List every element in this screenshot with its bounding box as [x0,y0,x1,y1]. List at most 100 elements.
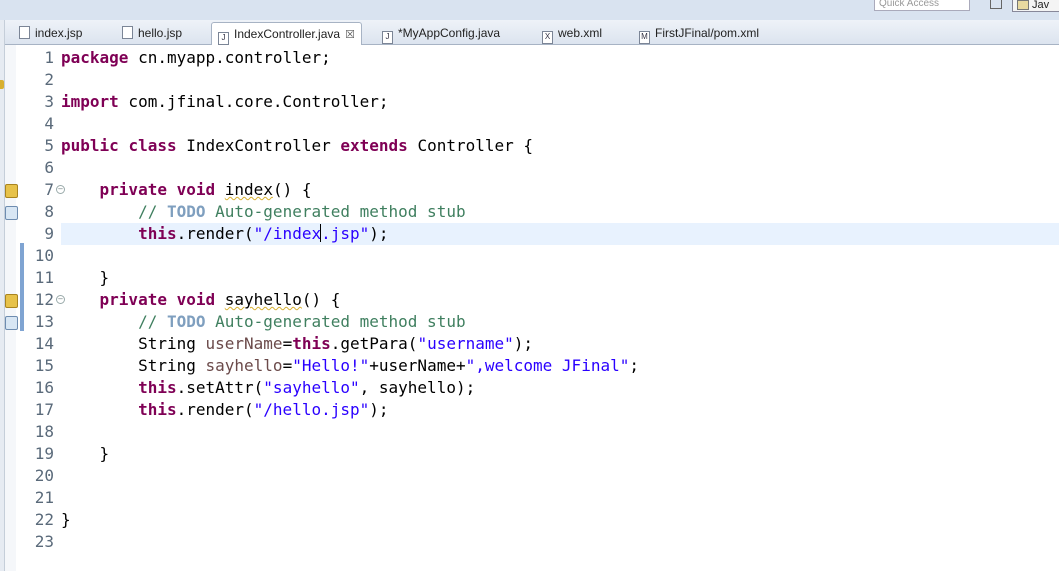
code-text: .render( [176,224,254,243]
top-toolbar-strip: Quick Access Jav [0,0,1059,21]
close-tab-icon[interactable]: ☒ [345,29,355,41]
keyword: package [61,48,129,67]
local-variable: sayhello [205,356,283,375]
task-marker-icon[interactable] [5,316,18,330]
comment: // [61,312,167,331]
line-number-gutter: 1 2 3 4 5 6 7 8 9 10 11 12 13 14 15 16 1… [16,45,65,571]
keyword: void [176,180,216,199]
code-text: = [282,334,293,353]
code-text: () { [301,290,341,309]
line-number: 11 [34,268,54,287]
tab-pom-xml[interactable]: M FirstJFinal/pom.xml [639,22,759,44]
line-number: 13 [34,312,54,331]
tab-label: hello.jsp [138,26,183,40]
code-text: cn.myapp.controller; [128,48,331,67]
xml-file-icon: X [542,31,553,44]
code-text: String [61,334,206,353]
line-number: 3 [44,92,54,111]
string-literal: "sayhello" [263,378,360,397]
code-line-12: private void sayhello() { [61,289,1059,311]
code-text-area[interactable]: package cn.myapp.controller; import com.… [61,45,1059,571]
code-text: .render( [176,400,254,419]
quick-access-input[interactable]: Quick Access [874,0,970,11]
line-number: 5 [44,136,54,155]
line-number: 1 [44,48,54,67]
keyword: this [138,400,177,419]
code-line-14: String userName=this.getPara("username")… [61,333,1059,355]
tab-label: *MyAppConfig.java [398,26,501,40]
code-line-17: this.render("/hello.jsp"); [61,399,1059,421]
code-text: ); [513,334,534,353]
keyword: private [99,290,167,309]
string-literal: "/hello.jsp" [253,400,370,419]
line-number: 7 [44,180,54,199]
code-editor[interactable]: 1 2 3 4 5 6 7 8 9 10 11 12 13 14 15 16 1… [5,45,1059,571]
todo-tag: TODO [166,312,206,331]
keyword: this [292,334,331,353]
string-literal: "/index [253,224,322,243]
code-text: ); [369,400,389,419]
code-text: , sayhello); [359,378,476,397]
comment: Auto-generated method stub [205,312,466,331]
line-number: 18 [34,422,54,441]
keyword: this [138,378,177,397]
override-warning-icon[interactable] [5,184,18,198]
code-line-22: } [61,509,1059,531]
java-perspective-label: Jav [1032,0,1050,11]
maven-pom-icon: M [639,31,650,44]
tab-label: IndexController.java [234,27,341,41]
keyword: public [61,136,119,155]
code-text: } [61,268,110,287]
open-perspective-icon[interactable] [984,0,1006,10]
task-marker-icon[interactable] [5,206,18,220]
todo-tag: TODO [166,202,206,221]
tab-myappconfig-java[interactable]: J *MyAppConfig.java [382,22,500,44]
keyword: class [128,136,177,155]
tab-index-jsp[interactable]: index.jsp [19,22,82,44]
keyword: import [61,92,119,111]
line-number: 4 [44,114,54,133]
editor-tab-bar: index.jsp hello.jsp J IndexController.jav… [5,20,1059,46]
tab-hello-jsp[interactable]: hello.jsp [122,22,182,44]
code-text: .setAttr( [176,378,264,397]
vertical-ruler [5,45,16,571]
line-number: 12 [34,290,54,309]
string-literal: "username" [417,334,514,353]
line-number: 23 [34,532,54,551]
line-number: 15 [34,356,54,375]
string-literal: .jsp" [321,224,370,243]
code-line-9-current: this.render("/index.jsp"); [61,223,1059,245]
code-line-7: private void index() { [61,179,1059,201]
method-name: index [224,180,273,199]
line-number: 19 [34,444,54,463]
code-text: com.jfinal.core.Controller; [118,92,389,111]
line-number: 22 [34,510,54,529]
tab-index-controller-java[interactable]: J IndexController.java ☒ [211,22,362,46]
java-perspective-button[interactable]: Jav [1012,0,1059,12]
code-line-16: this.setAttr("sayhello", sayhello); [61,377,1059,399]
tab-web-xml[interactable]: Xweb.xml [542,22,602,44]
code-line-5: public class IndexController extends Con… [61,135,1059,157]
keyword: private [99,180,167,199]
java-perspective-icon [1017,0,1029,10]
method-name: sayhello [224,290,302,309]
line-number: 6 [44,158,54,177]
line-number: 17 [34,400,54,419]
warning-icon [0,80,4,89]
override-warning-icon[interactable] [5,294,18,308]
keyword: void [176,290,216,309]
code-text: ; [629,356,639,375]
line-number: 14 [34,334,54,353]
line-number: 9 [44,224,54,243]
java-file-icon: J [218,32,229,45]
code-text: .getPara( [330,334,418,353]
code-text: } [61,444,110,463]
comment: Auto-generated method stub [205,202,466,221]
